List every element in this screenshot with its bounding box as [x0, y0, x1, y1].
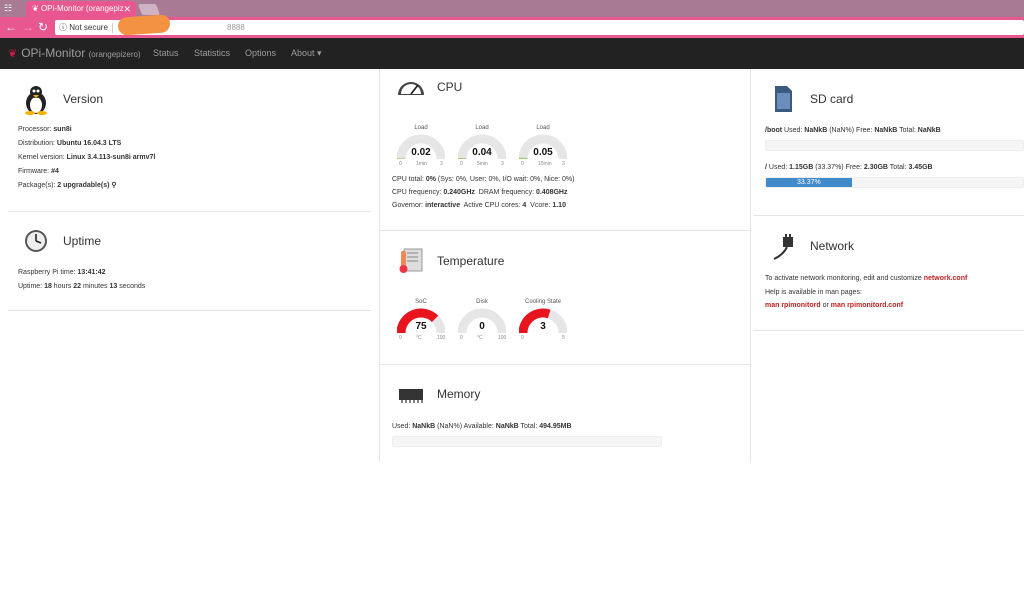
security-label: Not secure — [69, 23, 108, 32]
brand-name: OPi-Monitor — [21, 46, 86, 60]
cpu-total-line: CPU total: 0% (Sys: 0%, User: 0%, I/O wa… — [392, 176, 575, 183]
gauge-max-label: 3 — [501, 161, 504, 167]
gauge-value: 75 — [415, 321, 427, 332]
tab-menu-icon[interactable]: ☷ — [4, 3, 12, 14]
root-progress-bar: 33.37% — [765, 177, 1024, 188]
gauge-max-label: 3 — [440, 161, 443, 167]
man-rpimonitord-conf-link[interactable]: man rpimonitord.conf — [831, 302, 903, 309]
gauge-label: Disk — [476, 299, 488, 305]
search-icon[interactable]: ⚲ — [111, 182, 116, 189]
kernel-line: Kernel version: Linux 3.4.113-sun8i armv… — [18, 154, 156, 161]
gauge-min-label: 0 — [460, 161, 463, 167]
cpu-governor-line: Governor: interactive Active CPU cores: … — [392, 202, 566, 209]
memory-progress-bar — [392, 436, 662, 447]
tab-title: OPi-Monitor (orangepiz — [40, 4, 124, 13]
root-progress-fill: 33.37% — [766, 178, 852, 187]
packages-line: Package(s): 2 upgradable(s) ⚲ — [18, 182, 117, 189]
root-partition-line: / Used: 1.15GB (33.37%) Free: 2.30GB Tot… — [765, 164, 933, 171]
raspberry-logo-icon: ❦ — [8, 48, 18, 60]
new-tab-button[interactable] — [137, 4, 161, 15]
memory-chip-icon — [399, 389, 423, 403]
gauge-mid-label: 15min — [538, 161, 552, 167]
gauge-label: Load — [536, 125, 550, 131]
distribution-line: Distribution: Ubuntu 16.04.3 LTS — [18, 140, 122, 147]
uptime-line: Uptime: 18 hours 22 minutes 13 seconds — [18, 283, 146, 290]
gauge-value: 0.05 — [533, 147, 553, 158]
gauge-value: 3 — [540, 321, 546, 332]
sd-card-icon — [775, 86, 792, 112]
gauge-max-label: 3 — [562, 161, 565, 167]
brand[interactable]: ❦ OPi-Monitor (orangepizero) — [8, 46, 141, 60]
gauge-value: 0.04 — [472, 147, 492, 158]
nav-options[interactable]: Options — [245, 48, 276, 58]
nav-about-dropdown[interactable]: About ▾ — [291, 48, 322, 59]
firmware-line: Firmware: #4 — [18, 168, 59, 175]
forward-arrow-icon[interactable]: → — [22, 20, 34, 34]
network-plug-icon — [773, 234, 793, 260]
man-pages-line: man rpimonitord or man rpimonitord.conf — [765, 302, 904, 309]
network-title: Network — [810, 239, 855, 253]
tab-close-icon[interactable]: ✕ — [123, 1, 131, 17]
left-column: Version Processor: sun8i Distribution: U… — [8, 69, 371, 462]
info-icon: ⓘ — [59, 23, 67, 32]
thermometer-icon — [399, 248, 423, 273]
top-navbar: ❦ OPi-Monitor (orangepizero) Status Stati… — [0, 38, 1024, 69]
brand-host: (orangepizero) — [88, 50, 141, 59]
gauge-mid-label: 1min — [416, 161, 427, 167]
gauge-max-label: 100 — [437, 335, 446, 341]
network-info-line: To activate network monitoring, edit and… — [765, 275, 968, 282]
temperature-title: Temperature — [437, 254, 505, 268]
gauge-min-label: 0 — [521, 335, 524, 341]
uptime-title: Uptime — [63, 234, 102, 248]
boot-partition-line: /boot Used: NaNkB (NaN%) Free: NaNkB Tot… — [765, 127, 941, 134]
right-column: SD card /boot Used: NaNkB (NaN%) Free: N… — [753, 69, 1024, 462]
url-input[interactable]: ⓘ Not secure 8888 — [55, 20, 1024, 35]
clock-icon — [25, 230, 47, 252]
penguin-icon — [25, 86, 47, 115]
boot-progress-bar — [765, 140, 1024, 151]
nav-status[interactable]: Status — [153, 48, 179, 58]
reload-icon[interactable]: ↻ — [38, 20, 48, 34]
gauge-label: Cooling State — [524, 299, 562, 305]
gauge-max-label: 100 — [498, 335, 507, 341]
divider — [380, 364, 750, 365]
gauge-value: 0.02 — [411, 147, 431, 158]
raspberry-favicon: ❦ — [32, 4, 41, 13]
cpu-frequency-line: CPU frequency: 0.240GHz DRAM frequency: … — [392, 189, 568, 196]
divider — [380, 230, 750, 231]
back-arrow-icon[interactable]: ← — [5, 20, 17, 34]
middle-column: CPU Load 0.02 0 1min 3 Load 0.04 0 5min 3 Load 0.05… — [379, 69, 751, 462]
gauge-min-label: 0 — [399, 335, 402, 341]
gauge-label: Load — [475, 125, 489, 131]
network-conf-link[interactable]: network.conf — [924, 275, 968, 282]
divider — [8, 310, 371, 311]
man-rpimonitord-link[interactable]: man rpimonitord — [765, 302, 821, 309]
gauge-mid-label: 5min — [477, 161, 488, 167]
memory-title: Memory — [437, 387, 481, 401]
gauge-max-label: 5 — [562, 335, 565, 341]
gauge-value: 0 — [479, 321, 485, 332]
memory-line: Used: NaNkB (NaN%) Available: NaNkB Tota… — [392, 423, 572, 430]
gauge-mid-label: °C — [416, 335, 422, 341]
gauge-label: Load — [414, 125, 428, 131]
gauge-min-label: 0 — [460, 335, 463, 341]
network-help-line: Help is available in man pages: — [765, 289, 862, 296]
url-text: 8888 — [227, 23, 245, 32]
pi-time-line: Raspberry Pi time: 13:41:42 — [18, 269, 106, 276]
gauge-min-label: 0 — [521, 161, 524, 167]
sd-card-title: SD card — [810, 92, 854, 106]
gauge-label: SoC — [415, 299, 427, 305]
cpu-title: CPU — [437, 80, 463, 94]
redaction-mark — [117, 14, 171, 36]
nav-statistics[interactable]: Statistics — [194, 48, 230, 58]
divider — [753, 330, 1024, 331]
gauge-mid-label: °C — [477, 335, 483, 341]
speedometer-icon — [398, 82, 424, 95]
divider — [8, 211, 371, 212]
processor-line: Processor: sun8i — [18, 126, 72, 133]
divider — [753, 215, 1024, 216]
gauge-min-label: 0 — [399, 161, 402, 167]
browser-tab[interactable]: ❦ OPi-Monitor (orangepiz ✕ — [26, 1, 136, 17]
version-title: Version — [63, 92, 104, 106]
